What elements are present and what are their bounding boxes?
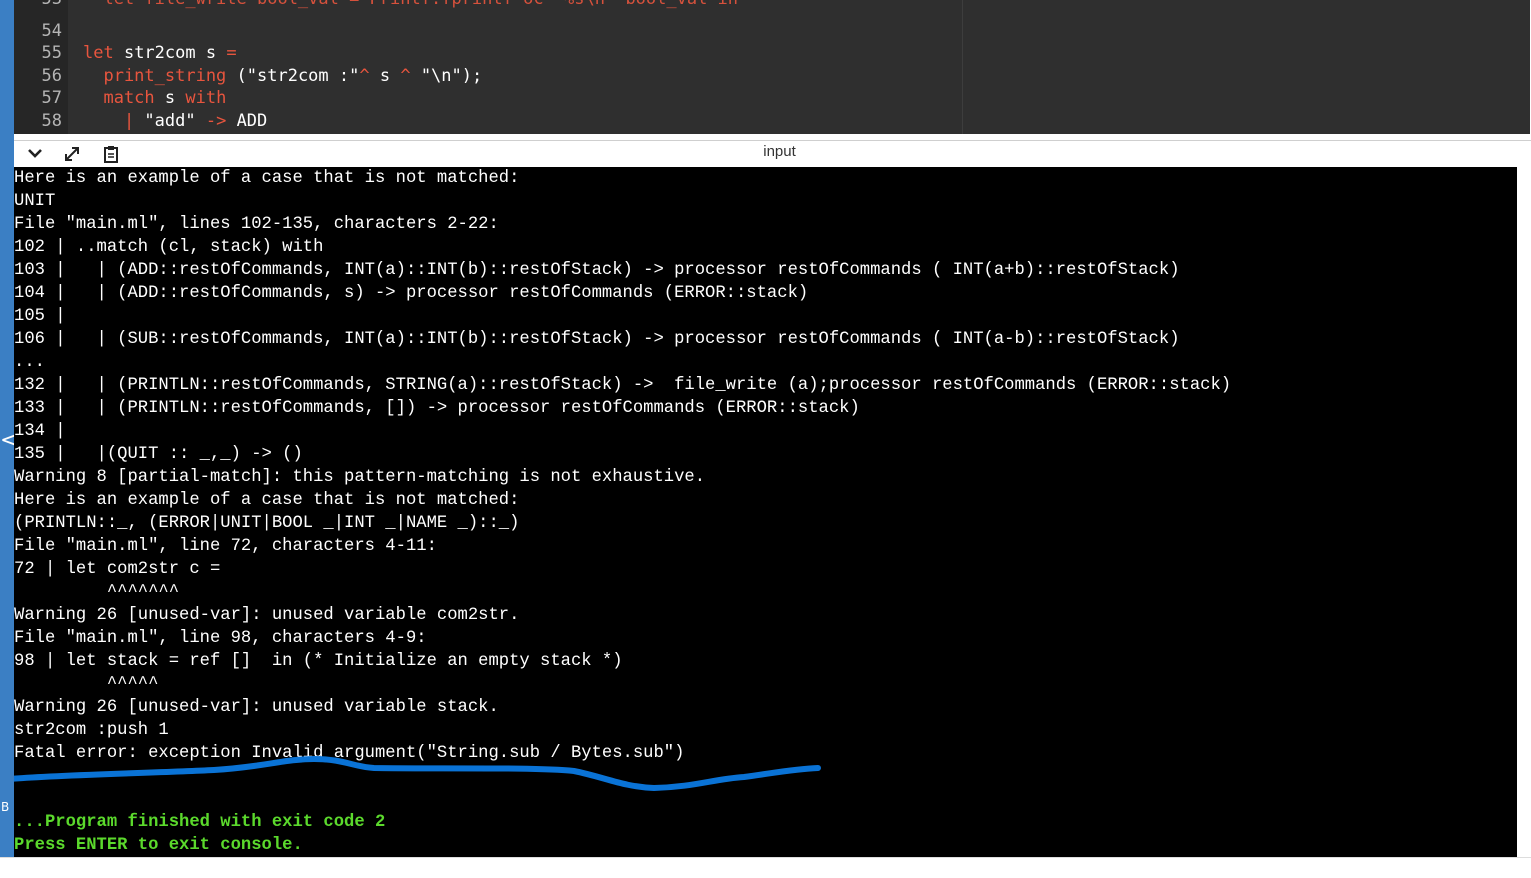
code-text: | "add" -> ADD	[83, 110, 267, 132]
line-number: 54	[41, 21, 62, 41]
editor-line[interactable]: 56 print_string ("str2com :"^ s ^ "\n");	[14, 65, 483, 87]
left-strip-letter: B	[1, 800, 10, 814]
code-text: let file_write bool_val = Printf.fprintf…	[83, 0, 738, 10]
line-number: 53	[14, 0, 62, 10]
line-number: 55	[41, 43, 62, 63]
console-scrollbar-area[interactable]	[1517, 167, 1531, 857]
code-token: with	[185, 88, 227, 108]
code-token: match	[83, 88, 155, 108]
code-token: ^	[359, 66, 370, 86]
panel-title: input	[763, 143, 796, 160]
line-number: 58	[41, 111, 62, 131]
io-panel-toolbar: input	[14, 140, 1531, 168]
print-margin-line	[962, 0, 963, 134]
code-token: s	[154, 88, 186, 108]
bottom-status-bar	[0, 857, 1531, 878]
left-panel-strip: < B	[0, 0, 18, 877]
code-text: match s with	[83, 87, 226, 109]
code-token: print_string	[83, 66, 227, 86]
code-token: =	[226, 43, 237, 63]
code-token: "add"	[144, 111, 196, 131]
code-token: ("str2com :"	[226, 66, 360, 86]
code-token: "\n");	[410, 66, 483, 86]
editor-line[interactable]: 55 let str2com s =	[14, 42, 237, 64]
code-token: str2com s	[123, 43, 227, 63]
code-token: let file_write bool_val = Printf.fprintf…	[83, 0, 738, 9]
code-token: ^	[400, 66, 411, 86]
code-text: print_string ("str2com :"^ s ^ "\n");	[83, 65, 482, 87]
code-editor[interactable]: 53 let file_write bool_val = Printf.fpri…	[14, 0, 1530, 134]
line-number: 56	[41, 66, 62, 86]
code-token: let	[83, 43, 124, 63]
code-token: |	[83, 111, 145, 131]
hand-drawn-underline	[14, 756, 821, 791]
code-text: let str2com s =	[83, 42, 237, 64]
output-console[interactable]: Here is an example of a case that is not…	[14, 167, 1530, 857]
code-token: ADD	[236, 111, 268, 131]
code-token: ->	[195, 111, 237, 131]
editor-line[interactable]: 54	[14, 20, 62, 42]
editor-line[interactable]: 57 match s with	[14, 87, 227, 109]
editor-line[interactable]: 53 let file_write bool_val = Printf.fpri…	[14, 0, 739, 10]
code-token: s	[369, 66, 401, 86]
editor-line[interactable]: 58 | "add" -> ADD	[14, 110, 268, 132]
line-number: 57	[41, 88, 62, 108]
